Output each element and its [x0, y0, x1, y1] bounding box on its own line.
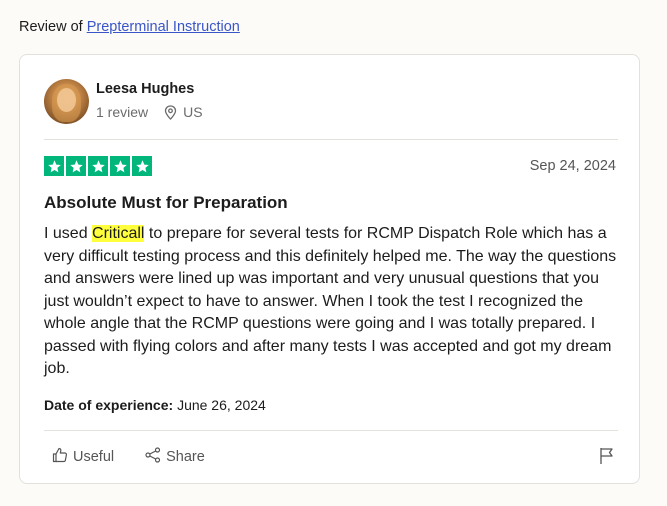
reviewer-country: US — [183, 104, 203, 120]
date-of-experience: Date of experience: June 26, 2024 — [44, 397, 266, 413]
useful-button[interactable]: Useful — [44, 447, 114, 467]
company-link[interactable]: Prepterminal Instruction — [87, 19, 240, 35]
report-flag-icon[interactable] — [599, 447, 615, 470]
thumbs-up-icon — [52, 447, 68, 467]
review-body: I used Criticall to prepare for several … — [44, 223, 624, 381]
location-pin-icon — [164, 104, 177, 120]
review-date: Sep 24, 2024 — [529, 158, 616, 174]
review-of-header: Review of Prepterminal Instruction — [19, 19, 240, 35]
experience-label: Date of experience: — [44, 397, 174, 413]
review-body-before: I used — [44, 225, 93, 242]
review-actions: Useful Share — [44, 447, 228, 467]
reviewer-meta: 1 review US — [96, 104, 203, 120]
star-icon — [44, 156, 64, 176]
divider — [44, 139, 618, 140]
divider — [44, 430, 618, 431]
share-icon — [145, 447, 161, 467]
review-of-prefix: Review of — [19, 19, 83, 35]
experience-date: June 26, 2024 — [177, 397, 266, 413]
review-card: Leesa Hughes 1 review US Sep 24, 2024 Ab… — [19, 54, 640, 484]
star-rating — [44, 156, 152, 176]
star-icon — [132, 156, 152, 176]
share-label: Share — [166, 449, 205, 465]
star-icon — [110, 156, 130, 176]
share-button[interactable]: Share — [137, 447, 205, 467]
star-icon — [88, 156, 108, 176]
review-count: 1 review — [96, 104, 149, 120]
useful-label: Useful — [73, 449, 115, 465]
reviewer-name[interactable]: Leesa Hughes — [96, 81, 194, 97]
star-icon — [66, 156, 86, 176]
review-body-after: to prepare for several tests for RCMP Di… — [44, 225, 617, 377]
review-body-highlight: Criticall — [92, 225, 145, 242]
avatar[interactable] — [44, 79, 89, 124]
review-title: Absolute Must for Preparation — [44, 193, 288, 212]
